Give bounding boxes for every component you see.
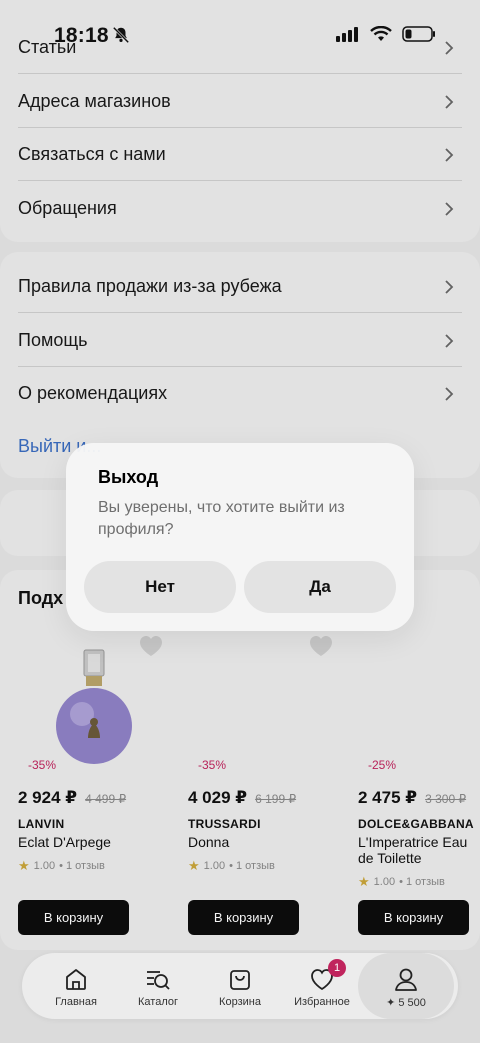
cellular-signal-icon <box>336 27 358 42</box>
tab-label: Каталог <box>138 996 178 1008</box>
tab-label: Избранное <box>294 996 350 1008</box>
battery-icon <box>402 26 435 42</box>
tab-cart[interactable]: Корзина <box>198 953 282 1019</box>
catalog-search-icon <box>147 971 170 990</box>
wifi-icon <box>370 26 392 41</box>
home-icon <box>66 969 86 990</box>
tab-favorites[interactable]: 1 Избранное <box>280 953 364 1019</box>
dialog-message: Вы уверены, что хотите выйти из профиля? <box>98 499 345 538</box>
tab-label: Главная <box>55 996 97 1008</box>
tab-catalog[interactable]: Каталог <box>116 953 200 1019</box>
shopping-bag-icon <box>230 970 250 990</box>
favorites-count-badge: 1 <box>328 959 346 977</box>
tab-profile[interactable]: ✦ 5 500 <box>358 953 454 1019</box>
user-icon <box>395 968 417 991</box>
logout-dialog: Выход Вы уверены, что хотите выйти из пр… <box>66 443 414 631</box>
confirm-button[interactable]: Да <box>244 561 396 613</box>
tab-home[interactable]: Главная <box>34 953 118 1019</box>
bonus-points-label: ✦ 5 500 <box>386 997 426 1009</box>
status-bar: 18:18 <box>0 22 480 50</box>
app-screen: 18:18 Статьи Адреса магазинов Связаться … <box>0 0 480 1043</box>
cancel-button[interactable]: Нет <box>84 561 236 613</box>
status-right <box>336 26 436 42</box>
tab-bar: Главная Каталог Корзина 1 Избранное ✦ 5 … <box>22 953 458 1019</box>
dialog-title: Выход <box>98 467 159 487</box>
tab-label: Корзина <box>219 996 261 1008</box>
status-time: 18:18 <box>54 24 109 47</box>
bell-off-icon <box>112 26 130 44</box>
